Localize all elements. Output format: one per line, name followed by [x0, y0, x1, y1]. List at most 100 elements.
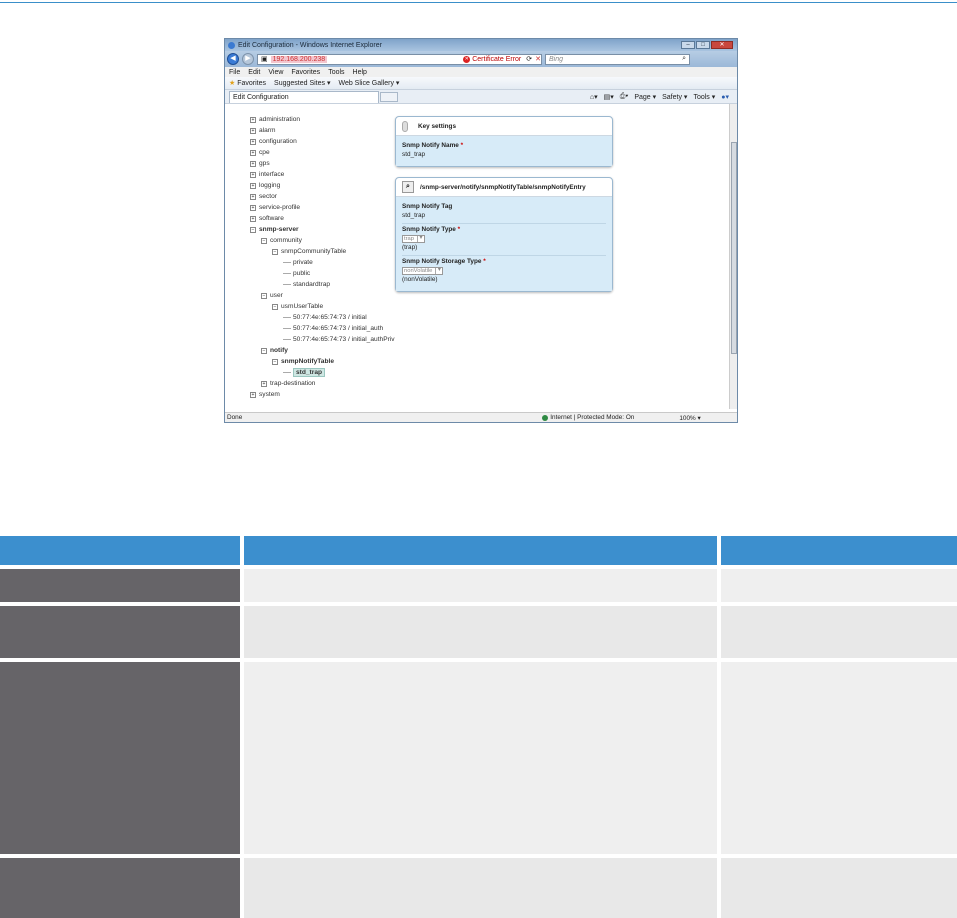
menu-help[interactable]: Help — [353, 69, 367, 76]
minimize-button[interactable]: – — [681, 41, 695, 49]
tree-item-label: logging — [259, 182, 281, 189]
tree-item[interactable]: + gps — [250, 158, 395, 169]
collapse-icon[interactable]: − — [261, 292, 267, 299]
tree-item[interactable]: − user — [250, 290, 395, 301]
tree-item[interactable]: + logging — [250, 180, 395, 191]
address-bar[interactable]: ▣ 192.168.200.238 ✕ Certificate Error ⟳ … — [257, 53, 542, 65]
tree-item[interactable]: + interface — [250, 169, 395, 180]
tree-item[interactable]: 50:77:4e:65:74:73 / initial_authPriv — [250, 334, 395, 345]
collapse-icon[interactable]: − — [250, 226, 256, 233]
favorites-button[interactable]: ★ Favorites — [229, 79, 266, 87]
tree-item[interactable]: + cpe — [250, 147, 395, 158]
feeds-icon[interactable]: ▤▾ — [604, 93, 614, 101]
menu-tools[interactable]: Tools — [328, 69, 344, 76]
safety-menu[interactable]: Safety ▾ — [662, 93, 687, 101]
help-icon[interactable]: ●▾ — [721, 93, 729, 101]
expand-icon[interactable]: + — [250, 182, 256, 189]
notify-name-label: Snmp Notify Name — [402, 142, 459, 149]
tree-item[interactable]: + service-profile — [250, 202, 395, 213]
expand-icon[interactable]: + — [250, 160, 256, 167]
tree-item[interactable]: std_trap — [250, 367, 395, 378]
collapse-icon[interactable]: − — [272, 303, 278, 310]
tab-edit-configuration[interactable]: Edit Configuration — [229, 90, 379, 103]
collapse-icon[interactable]: − — [261, 237, 267, 244]
tree-item[interactable]: − community — [250, 235, 395, 246]
notify-tag-value: std_trap — [402, 212, 426, 219]
tree-item-label: 50:77:4e:65:74:73 / initial — [293, 314, 367, 321]
refresh-icon[interactable]: ⟳ — [526, 55, 532, 63]
tree-item[interactable]: − snmpNotifyTable — [250, 356, 395, 367]
certificate-error[interactable]: ✕ Certificate Error — [463, 55, 523, 63]
magnifier-icon[interactable]: ⌕ — [402, 181, 414, 193]
expand-icon[interactable]: + — [250, 171, 256, 178]
tree-item[interactable]: 50:77:4e:65:74:73 / initial — [250, 312, 395, 323]
collapse-icon[interactable]: − — [272, 358, 278, 365]
expand-icon[interactable]: + — [250, 193, 256, 200]
tree-item[interactable]: − notify — [250, 345, 395, 356]
tree-item[interactable]: − snmpCommunityTable — [250, 246, 395, 257]
storage-type-select[interactable]: nonVolatile ▾ — [402, 267, 444, 275]
table-cell — [244, 662, 717, 854]
expand-icon[interactable]: + — [250, 391, 256, 398]
tree-item[interactable]: standardtrap — [250, 279, 395, 290]
web-slice-gallery-link[interactable]: Web Slice Gallery ▾ — [338, 79, 399, 87]
tools-menu[interactable]: Tools ▾ — [693, 93, 715, 101]
storage-type-value: (nonVolatile) — [402, 276, 438, 283]
top-rule — [0, 0, 957, 3]
tree-item[interactable]: + software — [250, 213, 395, 224]
tree-item[interactable]: public — [250, 268, 395, 279]
config-tree: + administration + alarm + configuration + cpe +… — [250, 114, 395, 400]
storage-type-label: Snmp Notify Storage Type — [402, 258, 482, 265]
expand-icon[interactable]: + — [261, 380, 267, 387]
collapse-icon[interactable]: − — [261, 347, 267, 354]
tree-item[interactable]: 50:77:4e:65:74:73 / initial_auth — [250, 323, 395, 334]
stop-icon[interactable]: ✕ — [535, 55, 541, 63]
tree-item[interactable]: + trap-destination — [250, 378, 395, 389]
collapse-icon[interactable]: − — [272, 248, 278, 255]
close-button[interactable]: ✕ — [711, 41, 733, 49]
menu-favorites[interactable]: Favorites — [291, 69, 320, 76]
tab-label: Edit Configuration — [233, 93, 289, 101]
tree-item-label: administration — [259, 116, 301, 123]
tree-item[interactable]: − snmp-server — [250, 224, 395, 235]
home-icon[interactable]: ⌂▾ — [590, 93, 598, 101]
expand-icon[interactable]: + — [250, 138, 256, 145]
search-icon[interactable]: ⌕ — [682, 55, 686, 63]
tree-item-label: configuration — [259, 138, 297, 145]
expand-icon[interactable]: + — [250, 215, 256, 222]
search-input[interactable]: Bing ⌕ — [545, 53, 690, 65]
description-table — [0, 536, 957, 918]
zoom-level[interactable]: 100% ▾ — [679, 414, 700, 422]
print-icon[interactable]: ⎙▾ — [620, 93, 629, 101]
chevron-down-icon: ▾ — [435, 267, 442, 274]
maximize-button[interactable]: □ — [696, 41, 710, 49]
suggested-sites-link[interactable]: Suggested Sites ▾ — [274, 79, 330, 87]
tree-item[interactable]: + system — [250, 389, 395, 400]
expand-icon[interactable]: + — [250, 149, 256, 156]
menu-edit[interactable]: Edit — [248, 69, 260, 76]
tree-item-label: public — [293, 270, 311, 277]
table-header — [0, 536, 957, 565]
tree-item[interactable]: private — [250, 257, 395, 268]
tree-item[interactable]: − usmUserTable — [250, 301, 395, 312]
tree-item[interactable]: + alarm — [250, 125, 395, 136]
notify-type-select[interactable]: trap ▾ — [402, 235, 425, 243]
forward-icon[interactable]: ▶ — [242, 53, 254, 65]
vertical-scrollbar[interactable] — [729, 104, 737, 409]
tree-item-label: interface — [259, 171, 285, 178]
expand-icon[interactable]: + — [250, 116, 256, 123]
menu-file[interactable]: File — [229, 69, 240, 76]
menu-view[interactable]: View — [268, 69, 283, 76]
new-tab-button[interactable] — [380, 91, 398, 102]
tree-item[interactable]: + administration — [250, 114, 395, 125]
expand-icon[interactable]: + — [250, 204, 256, 211]
tree-item[interactable]: + sector — [250, 191, 395, 202]
page-menu[interactable]: Page ▾ — [634, 93, 656, 101]
header-cell — [721, 536, 957, 565]
expand-icon[interactable]: + — [250, 127, 256, 134]
scroll-thumb[interactable] — [731, 142, 737, 354]
ie-icon — [228, 41, 235, 49]
tree-item[interactable]: + configuration — [250, 136, 395, 147]
table-row — [0, 662, 957, 854]
back-icon[interactable]: ◀ — [227, 53, 239, 65]
